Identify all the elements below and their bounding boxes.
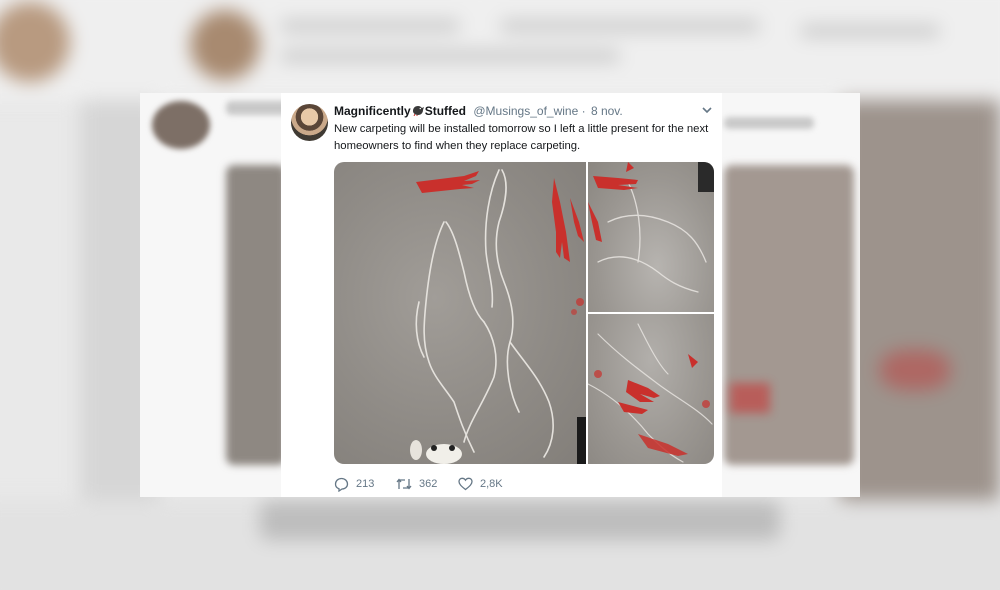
reply-button[interactable]: 213 xyxy=(334,477,396,492)
user-handle[interactable]: @Musings_of_wine xyxy=(473,104,578,118)
display-name[interactable]: Magnificently Stuffed xyxy=(334,104,469,118)
chevron-down-icon[interactable] xyxy=(701,105,713,115)
user-avatar[interactable] xyxy=(291,104,328,141)
display-name-part2: Stuffed xyxy=(424,104,467,118)
reply-count: 213 xyxy=(356,478,375,490)
floor-photo-top-right[interactable] xyxy=(588,162,714,312)
tweet-date[interactable]: 8 nov. xyxy=(591,104,623,118)
like-count: 2,8K xyxy=(480,478,503,490)
bird-emoji-icon xyxy=(412,106,424,116)
floor-photo-bottom-right[interactable] xyxy=(588,314,714,464)
like-button[interactable]: 2,8K xyxy=(458,477,518,491)
display-name-part1: Magnificently xyxy=(334,104,411,118)
tweet-actions: 213 362 2,8K xyxy=(334,474,518,494)
tweet-text: New carpeting will be installed tomorrow… xyxy=(334,123,709,152)
separator-dot: · xyxy=(581,104,586,118)
tweet-media[interactable] xyxy=(334,162,714,464)
retweet-button[interactable]: 362 xyxy=(396,477,458,491)
floor-photo-main[interactable] xyxy=(334,162,586,464)
reply-icon xyxy=(334,477,349,492)
tweet-card[interactable]: Magnificently Stuffed @Musings_of_wine · … xyxy=(281,93,722,497)
heart-icon xyxy=(458,477,473,491)
retweet-count: 362 xyxy=(419,478,438,490)
retweet-icon xyxy=(396,478,412,490)
tweet-header: Magnificently Stuffed @Musings_of_wine · … xyxy=(334,104,623,118)
